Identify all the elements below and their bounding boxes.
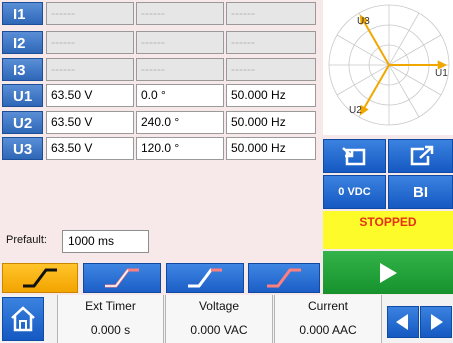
export-icon: [410, 145, 433, 166]
ramp-step-icon: [105, 268, 139, 288]
import-icon: [341, 147, 365, 166]
u3-frequency[interactable]: 50.000 Hz: [226, 137, 316, 160]
home-button[interactable]: [2, 297, 44, 341]
ext-timer-title: Ext Timer: [85, 299, 136, 313]
i2-magnitude[interactable]: ------: [46, 31, 134, 54]
u3-phase[interactable]: 120.0 °: [136, 137, 224, 160]
ramp-tab-2[interactable]: [83, 263, 161, 293]
channel-label-i2[interactable]: I2: [2, 31, 43, 54]
export-button[interactable]: [388, 139, 453, 173]
phasor-label-u2: U2: [349, 105, 362, 116]
prefault-input[interactable]: 1000 ms: [62, 230, 149, 253]
import-button[interactable]: [323, 139, 386, 173]
arrow-right-icon: [431, 314, 443, 330]
ramp-reverse-icon: [267, 268, 301, 288]
ext-timer-meter: Ext Timer 0.000 s: [57, 295, 164, 343]
u1-frequency[interactable]: 50.000 Hz: [226, 84, 316, 107]
u1-phase[interactable]: 0.0 °: [136, 84, 224, 107]
phasor-label-u3: U3: [357, 16, 370, 27]
ramp-tab-3[interactable]: [166, 263, 244, 293]
previous-button[interactable]: [387, 306, 419, 338]
status-indicator: STOPPED: [323, 211, 453, 249]
phasor-diagram: U3 U1 U2: [328, 4, 450, 126]
current-title: Current: [307, 299, 348, 313]
ramp-shape-icon: [23, 268, 57, 288]
ramp-tab-4[interactable]: [248, 263, 320, 293]
bi-button[interactable]: BI: [388, 175, 453, 209]
play-icon: [380, 262, 397, 283]
u2-frequency[interactable]: 50.000 Hz: [226, 111, 316, 134]
voltage-value: 0.000 VAC: [190, 323, 248, 337]
i3-magnitude[interactable]: ------: [46, 58, 134, 81]
u2-phase[interactable]: 240.0 °: [136, 111, 224, 134]
next-button[interactable]: [420, 306, 452, 338]
i2-phase[interactable]: ------: [136, 31, 224, 54]
u1-magnitude[interactable]: 63.50 V: [46, 84, 134, 107]
channel-label-i1[interactable]: I1: [2, 2, 43, 25]
channel-label-u1[interactable]: U1: [2, 84, 43, 107]
phasor-label-u1: U1: [435, 68, 448, 79]
current-meter: Current 0.000 AAC: [274, 295, 382, 343]
phasor-vector-u2: [360, 64, 390, 114]
current-value: 0.000 AAC: [299, 323, 357, 337]
u2-magnitude[interactable]: 63.50 V: [46, 111, 134, 134]
ramp-pulse-icon: [188, 268, 222, 288]
i1-magnitude[interactable]: ------: [46, 2, 134, 25]
play-button[interactable]: [323, 251, 453, 294]
voltage-title: Voltage: [198, 299, 240, 313]
voltage-meter: Voltage 0.000 VAC: [165, 295, 273, 343]
prefault-label: Prefault:: [6, 234, 47, 246]
channel-label-u2[interactable]: U2: [2, 111, 43, 134]
home-icon: [11, 306, 35, 332]
u3-magnitude[interactable]: 63.50 V: [46, 137, 134, 160]
arrow-left-icon: [396, 314, 408, 330]
channel-label-i3[interactable]: I3: [2, 58, 43, 81]
phasor-panel[interactable]: U3 U1 U2: [323, 0, 453, 135]
i2-frequency[interactable]: ------: [226, 31, 316, 54]
dc-button[interactable]: 0 VDC: [323, 175, 386, 209]
i1-phase[interactable]: ------: [136, 2, 224, 25]
i3-frequency[interactable]: ------: [226, 58, 316, 81]
i1-frequency[interactable]: ------: [226, 2, 316, 25]
i3-phase[interactable]: ------: [136, 58, 224, 81]
ext-timer-value: 0.000 s: [90, 323, 131, 337]
channel-label-u3[interactable]: U3: [2, 137, 43, 160]
ramp-tab-1[interactable]: [2, 263, 78, 293]
phasor-arrowhead-u2: [359, 104, 369, 116]
